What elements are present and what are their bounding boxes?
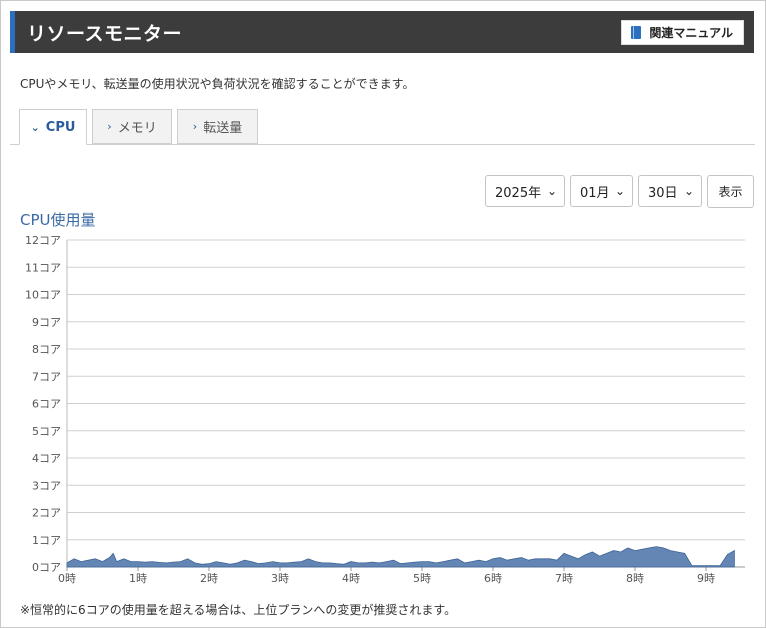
x-tick-label: 4時 bbox=[342, 572, 360, 585]
y-tick-label: 3コア bbox=[32, 479, 61, 492]
x-tick-label: 7時 bbox=[555, 572, 573, 585]
y-tick-label: 2コア bbox=[32, 507, 61, 520]
chevron-right-icon: › bbox=[107, 120, 112, 133]
cpu-usage-area bbox=[66, 546, 735, 568]
y-tick-label: 11コア bbox=[25, 261, 61, 274]
chart-title: CPU使用量 bbox=[20, 211, 96, 229]
tab-transfer[interactable]: › 転送量 bbox=[177, 109, 258, 144]
x-tick-label: 9時 bbox=[697, 572, 715, 585]
chevron-right-icon: › bbox=[192, 120, 198, 133]
x-tick-label: 2時 bbox=[200, 572, 218, 585]
y-tick-label: 9コア bbox=[32, 316, 61, 329]
header-accent bbox=[10, 11, 15, 53]
month-value: 01月 bbox=[580, 185, 610, 201]
month-select[interactable]: 01月 ⌄ bbox=[570, 175, 633, 207]
year-select[interactable]: 2025年 ⌄ bbox=[485, 175, 565, 207]
x-tick-label: 0時 bbox=[58, 572, 76, 585]
x-tick-label: 1時 bbox=[129, 572, 147, 585]
y-tick-label: 5コア bbox=[32, 425, 61, 438]
x-tick-label: 3時 bbox=[271, 572, 289, 585]
y-tick-label: 1コア bbox=[32, 534, 61, 547]
x-tick-label: 8時 bbox=[626, 572, 644, 585]
y-tick-label: 4コア bbox=[32, 452, 61, 465]
intro-text: CPUやメモリ、転送量の使用状況や負荷状況を確認することができます。 bbox=[20, 77, 415, 91]
show-button[interactable]: 表示 bbox=[707, 175, 754, 208]
chevron-down-icon: ⌄ bbox=[546, 184, 557, 198]
y-tick-label: 6コア bbox=[32, 398, 61, 411]
chevron-down-icon: ⌄ bbox=[683, 184, 694, 198]
day-select[interactable]: 30日 ⌄ bbox=[638, 175, 702, 207]
y-tick-label: 12コア bbox=[25, 234, 61, 247]
tab-cpu[interactable]: ⌄ CPU bbox=[19, 109, 87, 145]
manual-button[interactable]: 関連マニュアル bbox=[621, 20, 744, 45]
tab-memory[interactable]: › メモリ bbox=[92, 109, 172, 144]
book-icon bbox=[631, 26, 642, 39]
manual-label: 関連マニュアル bbox=[649, 26, 733, 40]
x-tick-label: 5時 bbox=[413, 572, 431, 585]
chevron-down-icon: ⌄ bbox=[614, 184, 625, 198]
x-tick-label: 6時 bbox=[484, 572, 502, 585]
tab-memory-label: メモリ bbox=[117, 121, 157, 136]
y-tick-label: 10コア bbox=[25, 289, 61, 302]
chevron-down-icon: ⌄ bbox=[30, 120, 40, 134]
tab-cpu-label: CPU bbox=[45, 119, 76, 135]
y-tick-label: 0コア bbox=[32, 561, 61, 574]
day-value: 30日 bbox=[648, 185, 678, 201]
cpu-usage-chart: 0コア 1コア 2コア 3コア 4コア 5コア 6コア 7コア 8コア 9コア 10コア 11コア 12… bbox=[25, 234, 745, 585]
y-tick-label: 7コア bbox=[32, 370, 61, 383]
page-title: リソースモニター bbox=[27, 23, 183, 45]
footnote: ※恒常的に6コアの使用量を超える場合は、上位プランへの変更が推奨されます。 bbox=[20, 603, 457, 617]
tab-transfer-label: 転送量 bbox=[203, 121, 243, 136]
y-tick-label: 8コア bbox=[32, 343, 61, 356]
page-header: リソースモニター 関連マニュアル bbox=[10, 11, 754, 53]
year-value: 2025年 bbox=[495, 185, 542, 201]
tab-bar: ⌄ CPU › メモリ › 転送量 bbox=[10, 109, 755, 145]
